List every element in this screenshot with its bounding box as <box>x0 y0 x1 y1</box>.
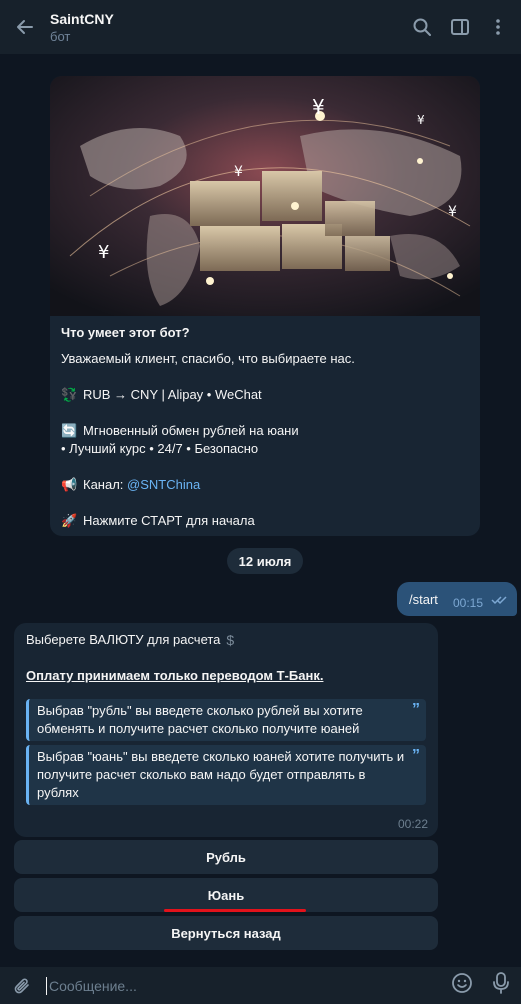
bot-intro-card: ¥ ¥ ¥ ¥ ¥ Что умеет этот бот? Уважаемый … <box>50 76 480 536</box>
svg-text:¥: ¥ <box>312 95 325 119</box>
intro-line-channel: 📢 Канал: @SNTChina <box>61 477 201 492</box>
emoji-button[interactable] <box>451 972 473 999</box>
svg-text:¥: ¥ <box>417 113 425 127</box>
intro-line-currencies: 💱 RUB → CNY | Alipay • WeChat <box>61 387 262 402</box>
outgoing-message-time: 00:15 <box>453 596 484 610</box>
message-composer: Сообщение... <box>0 967 521 1004</box>
microphone-icon <box>493 972 509 994</box>
intro-line-thanks: Уважаемый клиент, спасибо, что выбираете… <box>61 351 355 366</box>
yuan-button[interactable]: Юань <box>14 878 438 912</box>
message-line-currency: Выберете ВАЛЮТУ для расчета $ <box>26 632 235 648</box>
date-separator: 12 июля <box>227 548 303 574</box>
search-button[interactable] <box>411 16 433 38</box>
quote-icon: ” <box>412 701 420 718</box>
incoming-message[interactable]: Выберете ВАЛЮТУ для расчета $ Оплату при… <box>14 623 438 837</box>
incoming-message-time: 00:22 <box>397 817 428 831</box>
svg-text:¥: ¥ <box>448 204 457 220</box>
message-input[interactable]: Сообщение... <box>46 976 451 995</box>
paperclip-icon <box>14 978 29 993</box>
payment-note: Оплату принимаем только переводом Т-Банк… <box>26 668 324 683</box>
rub-button[interactable]: Рубль <box>14 840 438 874</box>
megaphone-icon: 📢 <box>61 477 78 492</box>
smiley-icon <box>452 973 472 993</box>
intro-image: ¥ ¥ ¥ ¥ ¥ <box>50 76 480 316</box>
arrow-left-icon <box>17 20 33 34</box>
quote-yuan: Выбрав "юань" вы введете сколько юаней х… <box>26 745 426 805</box>
highlight-underline <box>164 909 306 912</box>
back-button[interactable] <box>0 0 50 54</box>
svg-text:¥: ¥ <box>98 242 109 263</box>
outgoing-message[interactable]: /start 00:15 <box>397 582 517 616</box>
outgoing-message-text: /start <box>409 591 438 607</box>
voice-record-button[interactable] <box>493 972 509 999</box>
search-icon <box>413 18 431 36</box>
quote-icon: ” <box>412 747 420 764</box>
sidebar-toggle-button[interactable] <box>449 16 471 38</box>
message-input-placeholder: Сообщение... <box>49 977 137 994</box>
svg-text:¥: ¥ <box>234 164 243 180</box>
currency-exchange-icon: 💱 <box>61 387 78 402</box>
quote-rub: Выбрав "рубль" вы введете сколько рублей… <box>26 699 426 741</box>
chat-title-block[interactable]: SaintCNY бот <box>50 8 411 46</box>
refresh-icon: 🔄 <box>61 423 78 438</box>
intro-line-features: • Лучший курс • 24/7 • Безопасно <box>61 441 259 456</box>
text-cursor <box>46 976 47 995</box>
dollar-icon: $ <box>226 632 235 648</box>
double-check-icon <box>491 596 507 605</box>
more-button[interactable] <box>487 16 509 38</box>
sidebar-icon <box>451 19 469 35</box>
channel-link[interactable]: @SNTChina <box>127 477 200 492</box>
intro-line-exchange: 🔄 Мгновенный обмен рублей на юани <box>61 423 299 438</box>
chat-subtitle: бот <box>50 29 71 44</box>
more-vertical-icon <box>496 19 500 35</box>
back-to-menu-button[interactable]: Вернуться назад <box>14 916 438 950</box>
intro-line-start: 🚀 Нажмите СТАРТ для начала <box>61 513 255 528</box>
attach-button[interactable] <box>0 976 46 996</box>
chat-header: SaintCNY бот <box>0 0 521 54</box>
intro-heading: Что умеет этот бот? <box>61 325 190 340</box>
chat-title: SaintCNY <box>50 11 114 27</box>
rocket-icon: 🚀 <box>61 513 78 528</box>
